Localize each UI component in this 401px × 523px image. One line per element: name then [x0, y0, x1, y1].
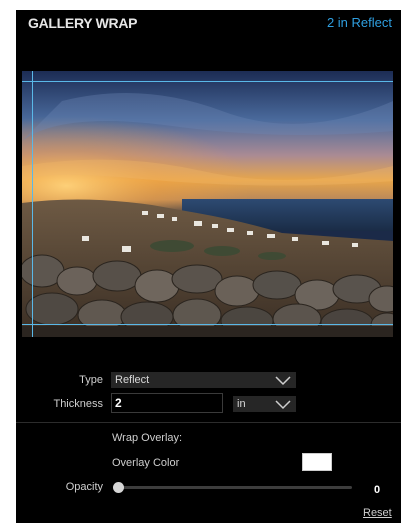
- wrap-guide-bottom[interactable]: [22, 324, 393, 325]
- thickness-unit-value: in: [237, 398, 246, 410]
- panel-summary: 2 in Reflect: [326, 15, 392, 30]
- gallery-wrap-panel: GALLERY WRAP 2 in Reflect Type Reflect T…: [16, 10, 401, 523]
- reset-link[interactable]: Reset: [363, 507, 392, 519]
- panel-header[interactable]: GALLERY WRAP 2 in Reflect: [16, 10, 401, 38]
- opacity-value: 0: [374, 484, 381, 496]
- type-label: Type: [79, 374, 103, 386]
- wrap-preview-image: [22, 71, 393, 337]
- wrap-guide-left[interactable]: [32, 71, 33, 337]
- type-dropdown-value: Reflect: [115, 374, 150, 386]
- wrap-overlay-label: Wrap Overlay:: [112, 432, 183, 444]
- wrap-guide-top[interactable]: [22, 81, 393, 82]
- thickness-label: Thickness: [53, 398, 103, 410]
- overlay-color-label: Overlay Color: [112, 457, 180, 469]
- thickness-unit-dropdown[interactable]: in: [233, 396, 296, 412]
- section-divider: [16, 422, 401, 423]
- thickness-input[interactable]: 2: [111, 393, 223, 413]
- chevron-down-icon: [275, 376, 291, 386]
- opacity-label: Opacity: [65, 481, 103, 493]
- landscape-photo: [22, 71, 393, 337]
- opacity-slider-track[interactable]: [114, 486, 352, 489]
- overlay-color-swatch[interactable]: [302, 453, 332, 471]
- chevron-down-icon: [275, 400, 291, 410]
- opacity-slider-thumb[interactable]: [113, 482, 124, 493]
- type-dropdown[interactable]: Reflect: [111, 372, 296, 388]
- panel-title: GALLERY WRAP: [28, 15, 138, 31]
